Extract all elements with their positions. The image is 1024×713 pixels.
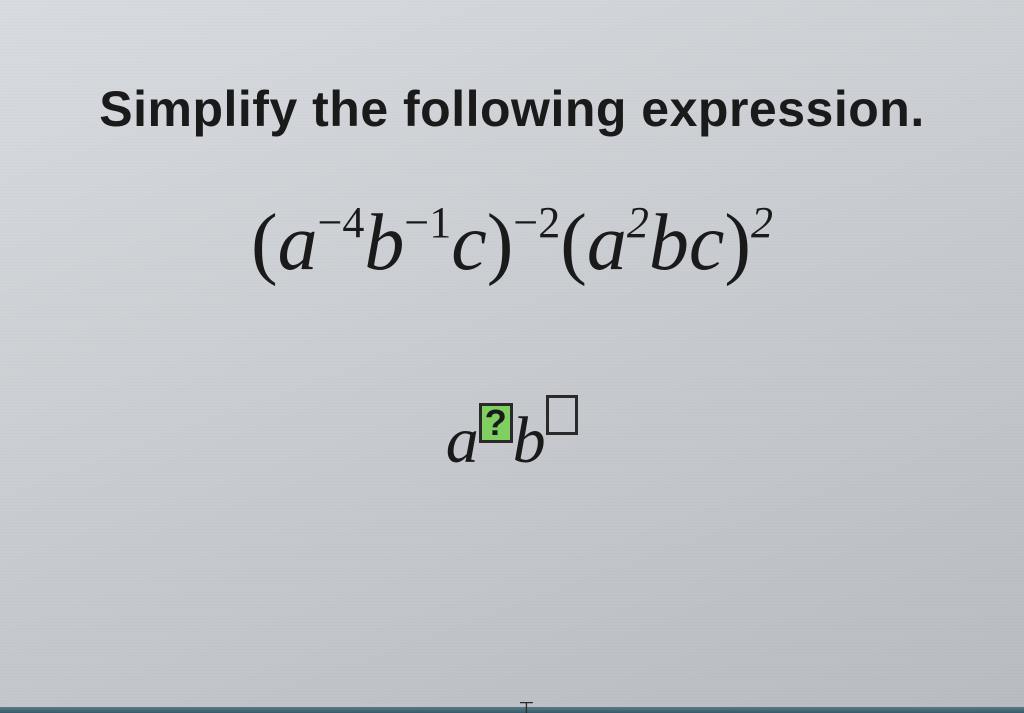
- outer-exp-2: 2: [751, 198, 773, 247]
- var-b-2: b: [649, 199, 689, 287]
- bottom-border: [0, 707, 1024, 713]
- open-paren-2: (: [560, 199, 587, 287]
- var-c-2: c: [689, 199, 725, 287]
- open-paren-1: (: [251, 199, 278, 287]
- exp-a-2: 2: [627, 198, 649, 247]
- var-a-2: a: [587, 199, 627, 287]
- exp-b-1: −1: [404, 198, 451, 247]
- var-b-1: b: [364, 199, 404, 287]
- var-c-1: c: [451, 199, 487, 287]
- answer-var-a: a: [446, 404, 479, 477]
- var-a-1: a: [278, 199, 318, 287]
- crop-mark-icon: ┬: [520, 692, 533, 713]
- math-expression: (a−4b−1c)−2(a2bc)2: [251, 198, 773, 289]
- prompt-text: Simplify the following expression.: [99, 80, 924, 138]
- exp-a-1: −4: [318, 198, 365, 247]
- outer-exp-1: −2: [513, 198, 560, 247]
- answer-box-a[interactable]: ?: [479, 403, 513, 443]
- close-paren-2: ): [724, 199, 751, 287]
- answer-var-b: b: [513, 404, 546, 477]
- close-paren-1: ): [487, 199, 514, 287]
- answer-template: a?b: [446, 399, 579, 479]
- answer-box-b[interactable]: [546, 395, 579, 435]
